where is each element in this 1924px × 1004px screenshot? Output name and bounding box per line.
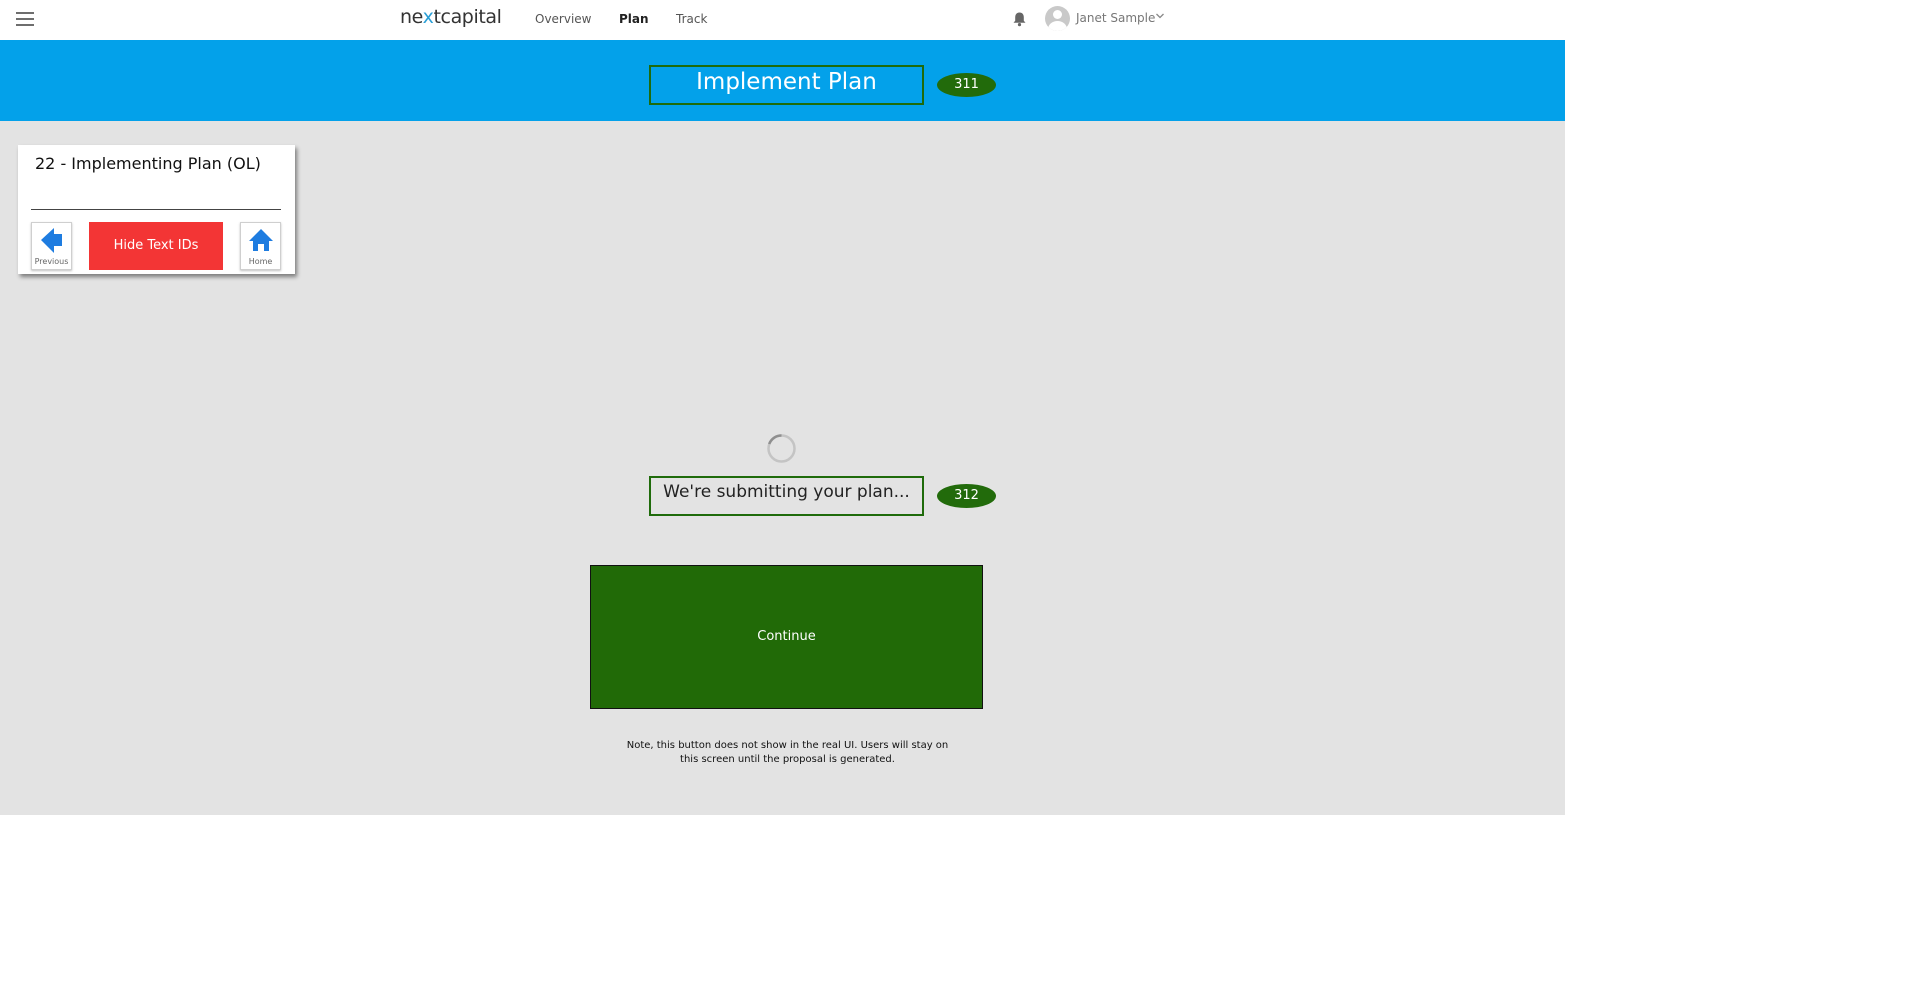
- user-name[interactable]: Janet Sample: [1076, 11, 1155, 25]
- panel-divider: [31, 209, 281, 210]
- screen-title: 22 - Implementing Plan (OL): [35, 154, 261, 173]
- nav-plan[interactable]: Plan: [619, 12, 649, 26]
- home-label: Home: [248, 257, 273, 266]
- nextcapital-logo[interactable]: nextcapital: [400, 6, 502, 28]
- spinner-icon: [767, 434, 796, 463]
- page-title-box: Implement Plan: [649, 65, 924, 105]
- prototype-control-panel: 22 - Implementing Plan (OL) Previous Hid…: [18, 145, 295, 274]
- status-message: We're submitting your plan...: [663, 482, 910, 502]
- text-id-badge-311: 311: [937, 73, 996, 97]
- page-title: Implement Plan: [696, 69, 877, 95]
- top-navigation-bar: nextcapital Overview Plan Track Janet Sa…: [0, 0, 1565, 40]
- nav-track[interactable]: Track: [676, 12, 707, 26]
- home-button[interactable]: Home: [240, 222, 281, 270]
- logo-text-x: x: [422, 6, 434, 28]
- prototype-note: Note, this button does not show in the r…: [626, 740, 949, 765]
- previous-button[interactable]: Previous: [31, 222, 72, 270]
- chevron-down-icon[interactable]: [1155, 12, 1165, 20]
- arrow-left-icon: [41, 228, 62, 253]
- logo-text-start: ne: [400, 6, 423, 28]
- logo-text-end: tcapital: [433, 6, 502, 28]
- text-id-badge-312: 312: [937, 484, 996, 508]
- menu-icon[interactable]: [16, 12, 34, 26]
- app-viewport: nextcapital Overview Plan Track Janet Sa…: [0, 0, 1565, 815]
- avatar-icon[interactable]: [1045, 6, 1070, 31]
- bell-icon[interactable]: [1012, 11, 1027, 27]
- page-banner: Implement Plan 311: [0, 40, 1565, 121]
- hide-text-ids-button[interactable]: Hide Text IDs: [89, 222, 223, 270]
- home-icon: [249, 229, 273, 251]
- status-message-box: We're submitting your plan...: [649, 476, 924, 516]
- nav-overview[interactable]: Overview: [535, 12, 592, 26]
- continue-button[interactable]: Continue: [590, 565, 983, 709]
- previous-label: Previous: [34, 257, 69, 266]
